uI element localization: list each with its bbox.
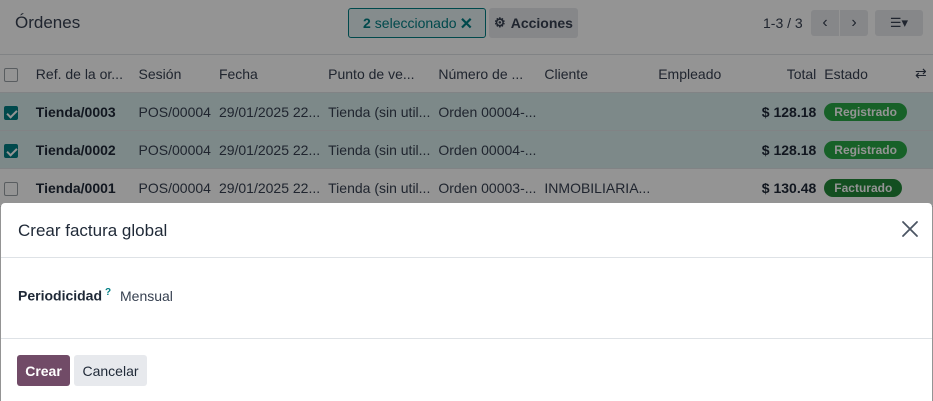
periodicity-label: Periodicidad?: [18, 287, 111, 304]
dialog-body: Periodicidad? Mensual: [1, 258, 932, 339]
cancel-button[interactable]: Cancelar: [74, 355, 147, 386]
dialog-footer: Crear Cancelar: [1, 340, 932, 401]
close-glyph: [902, 221, 918, 237]
dialog-header: Crear factura global: [1, 203, 932, 258]
help-tooltip-icon[interactable]: ?: [105, 287, 111, 298]
periodicity-label-text: Periodicidad: [18, 287, 103, 304]
dialog-title: Crear factura global: [18, 221, 168, 240]
periodicity-field[interactable]: Mensual: [120, 288, 173, 304]
create-button[interactable]: Crear: [17, 355, 70, 386]
create-global-invoice-dialog: Crear factura global Periodicidad? Mensu…: [1, 203, 932, 401]
close-icon[interactable]: [898, 217, 922, 241]
